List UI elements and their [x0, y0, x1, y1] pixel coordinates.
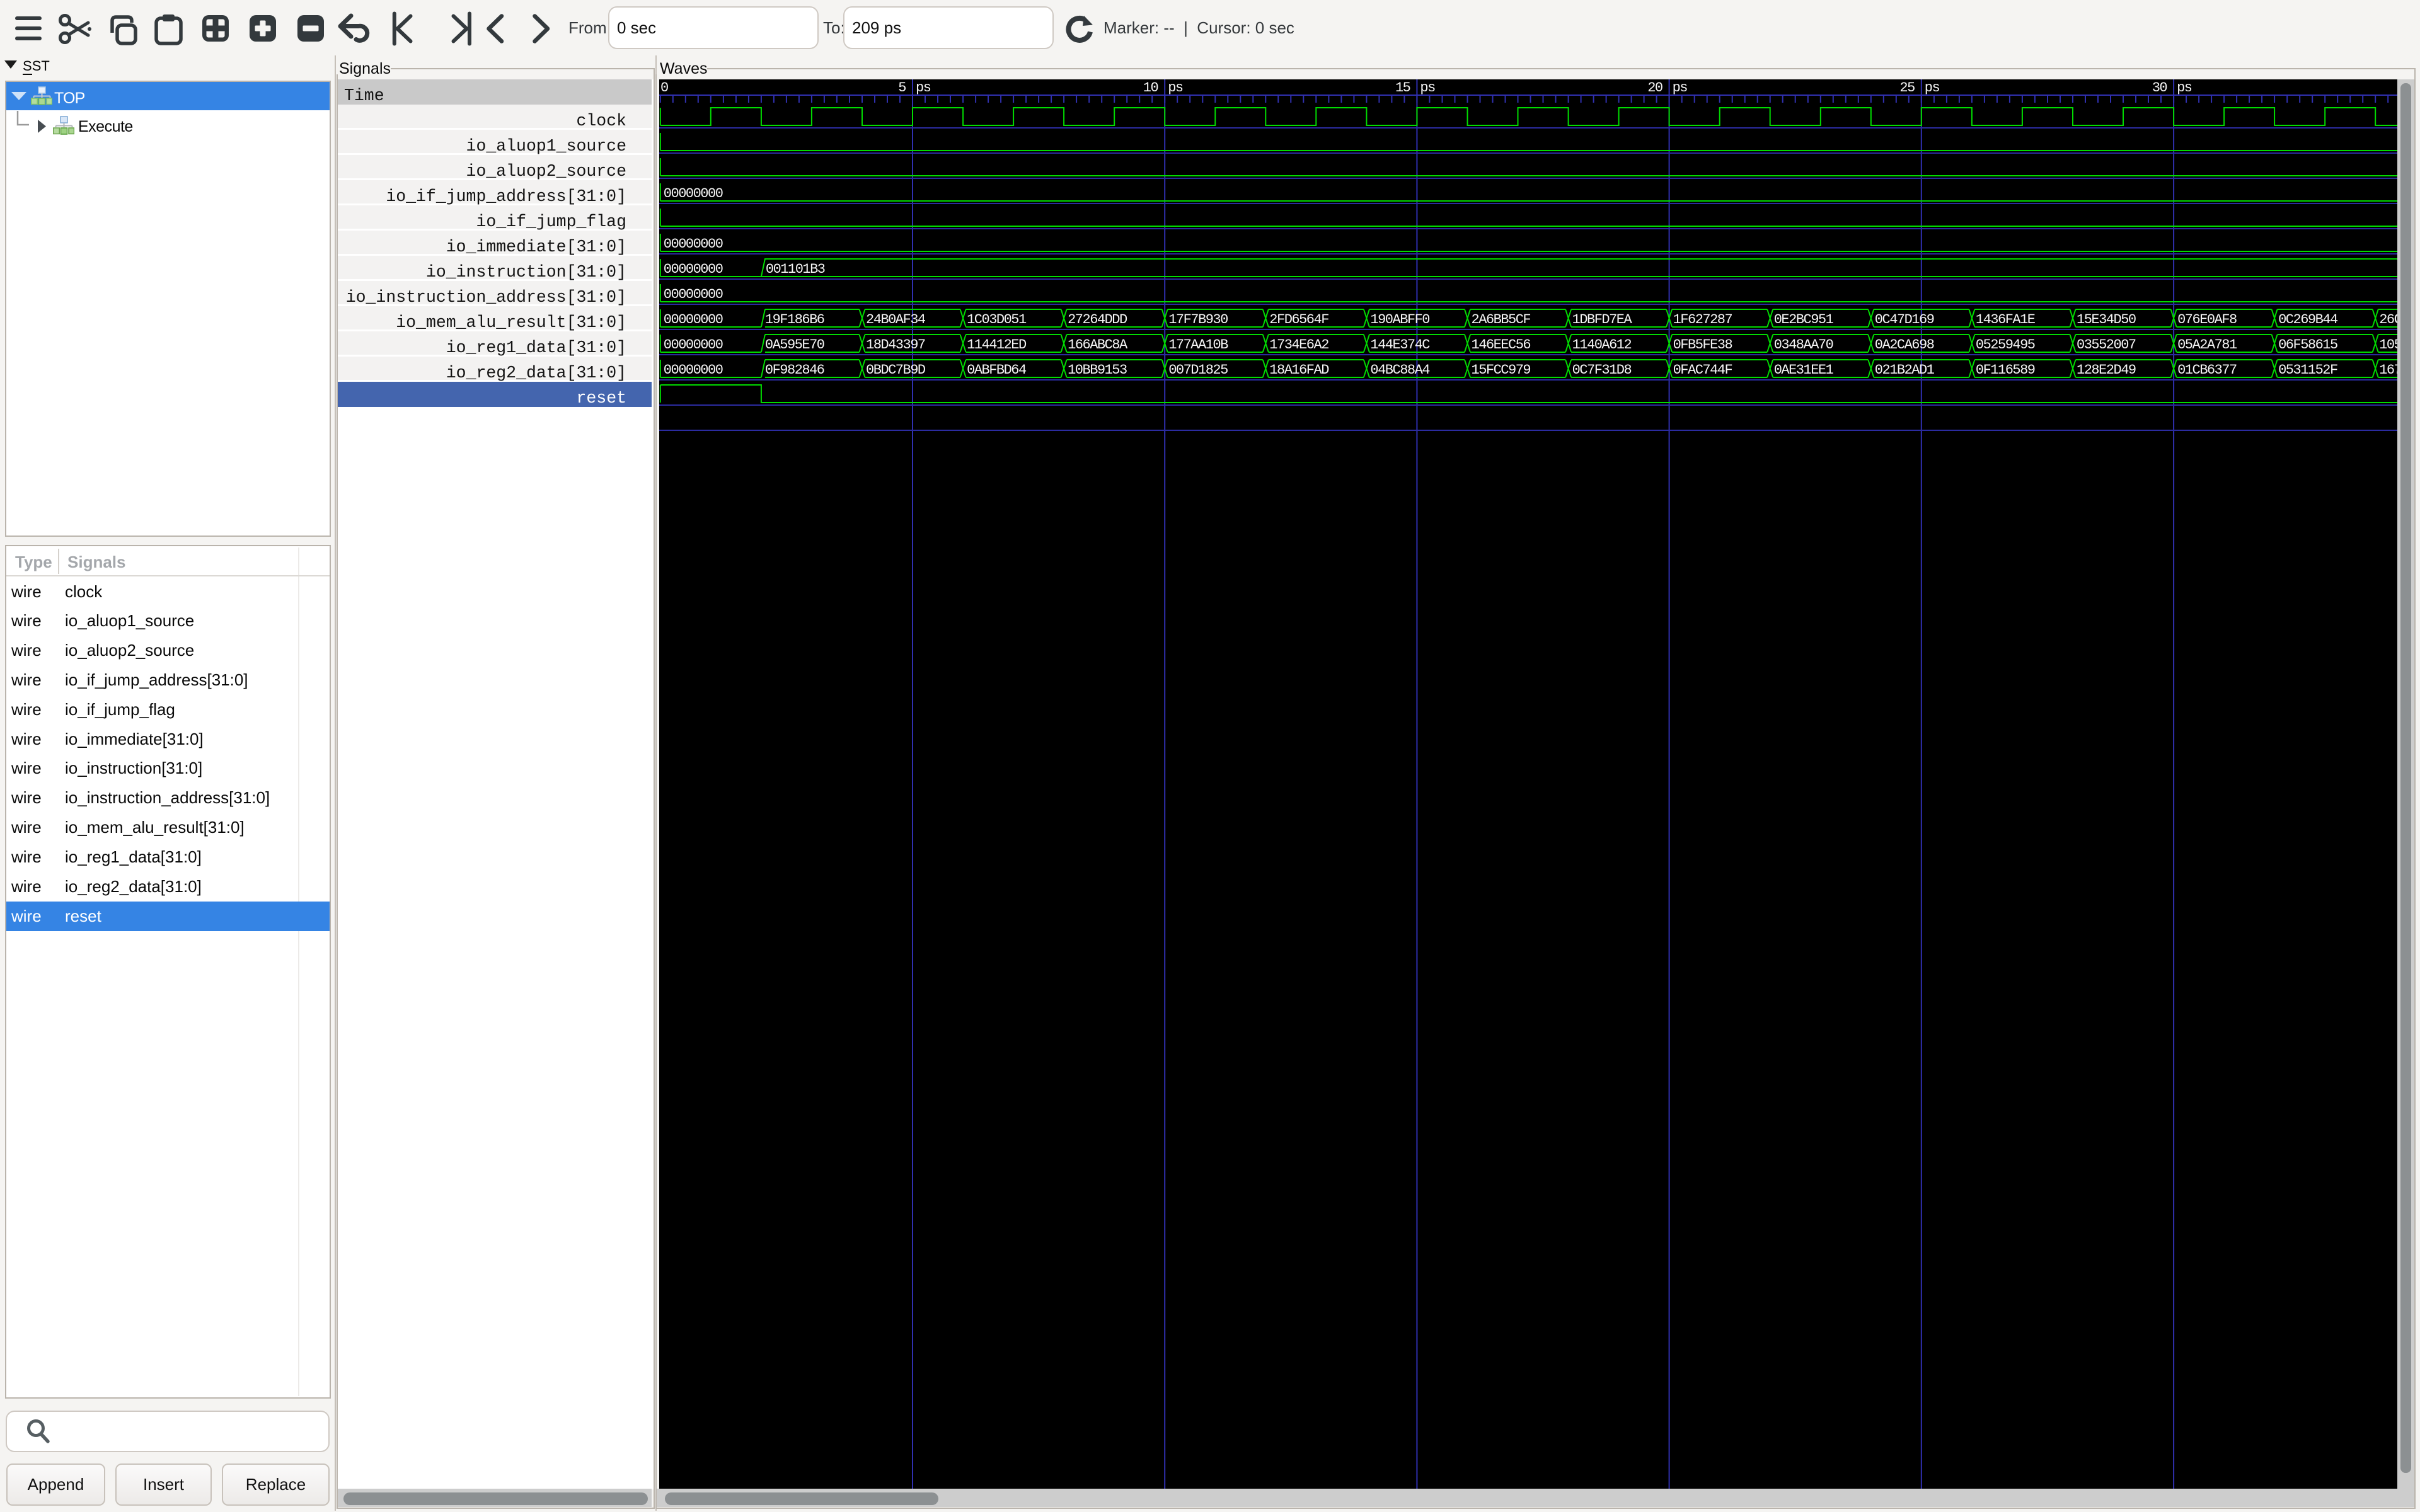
svg-text:190ABFF0: 190ABFF0: [1370, 312, 1429, 328]
svg-text:0FB5FE38: 0FB5FE38: [1673, 337, 1732, 353]
svg-text:166ABC8A: 166ABC8A: [1068, 337, 1128, 353]
svg-text:0348AA70: 0348AA70: [1774, 337, 1833, 353]
svg-text:00000000: 00000000: [664, 186, 723, 202]
svg-text:26C4F2D1: 26C4F2D1: [2379, 312, 2397, 328]
svg-text:00000000: 00000000: [664, 261, 723, 277]
svg-text:2FD6564F: 2FD6564F: [1269, 312, 1328, 328]
svg-text:17F7B930: 17F7B930: [1168, 312, 1228, 328]
svg-text:18A16FAD: 18A16FAD: [1269, 362, 1329, 378]
svg-text:27264DDD: 27264DDD: [1068, 312, 1127, 328]
svg-text:15E34D50: 15E34D50: [2077, 312, 2136, 328]
svg-text:ps: ps: [1925, 80, 1940, 96]
svg-text:ps: ps: [916, 80, 931, 96]
svg-text:ps: ps: [1420, 80, 1435, 96]
svg-text:0C47D169: 0C47D169: [1875, 312, 1934, 328]
svg-text:18D43397: 18D43397: [866, 337, 925, 353]
svg-text:0E2BC951: 0E2BC951: [1774, 312, 1834, 328]
svg-text:15FCC979: 15FCC979: [1472, 362, 1531, 378]
svg-text:00000000: 00000000: [664, 337, 723, 353]
svg-text:1734E6A2: 1734E6A2: [1269, 337, 1328, 353]
svg-text:10BB9153: 10BB9153: [1068, 362, 1127, 378]
svg-text:0ABFBD64: 0ABFBD64: [967, 362, 1027, 378]
svg-text:1C03D051: 1C03D051: [967, 312, 1027, 328]
svg-text:00000000: 00000000: [664, 236, 723, 252]
svg-text:00000000: 00000000: [664, 312, 723, 328]
svg-text:144E374C: 144E374C: [1370, 337, 1430, 353]
svg-text:2A6BB5CF: 2A6BB5CF: [1472, 312, 1531, 328]
svg-text:1140A612: 1140A612: [1572, 337, 1632, 353]
svg-text:05A2A781: 05A2A781: [2177, 337, 2237, 353]
svg-text:0FAC744F: 0FAC744F: [1673, 362, 1732, 378]
svg-text:30: 30: [2152, 80, 2167, 96]
svg-text:19F186B6: 19F186B6: [765, 312, 824, 328]
svg-text:05259495: 05259495: [1976, 337, 2035, 353]
svg-text:06F58615: 06F58615: [2278, 337, 2337, 353]
svg-text:10: 10: [1143, 80, 1158, 96]
svg-text:007D1825: 007D1825: [1168, 362, 1228, 378]
svg-text:24B0AF34: 24B0AF34: [866, 312, 926, 328]
svg-text:076E0AF8: 076E0AF8: [2177, 312, 2237, 328]
svg-text:146EEC56: 146EEC56: [1472, 337, 1531, 353]
svg-text:0BDC7B9D: 0BDC7B9D: [866, 362, 926, 378]
svg-text:0A2CA698: 0A2CA698: [1875, 337, 1934, 353]
svg-text:20: 20: [1647, 80, 1662, 96]
svg-text:021B2AD1: 021B2AD1: [1875, 362, 1935, 378]
svg-text:1F627287: 1F627287: [1673, 312, 1732, 328]
svg-text:128E2D49: 128E2D49: [2077, 362, 2136, 378]
svg-text:1050D2E4: 1050D2E4: [2379, 337, 2397, 353]
svg-text:1DBFD7EA: 1DBFD7EA: [1572, 312, 1633, 328]
svg-text:01CB6377: 01CB6377: [2177, 362, 2237, 378]
svg-text:0F982846: 0F982846: [765, 362, 824, 378]
svg-text:25: 25: [1899, 80, 1915, 96]
svg-text:1436FA1E: 1436FA1E: [1976, 312, 2036, 328]
svg-text:0C7F31D8: 0C7F31D8: [1572, 362, 1632, 378]
svg-text:0531152F: 0531152F: [2278, 362, 2337, 378]
svg-text:177AA10B: 177AA10B: [1168, 337, 1228, 353]
svg-text:15: 15: [1395, 80, 1410, 96]
svg-text:001101B3: 001101B3: [766, 261, 825, 277]
svg-text:00000000: 00000000: [664, 362, 723, 378]
svg-text:0: 0: [660, 80, 668, 96]
svg-text:114412ED: 114412ED: [967, 337, 1027, 353]
svg-text:0C269B44: 0C269B44: [2278, 312, 2338, 328]
svg-text:0A595E70: 0A595E70: [765, 337, 824, 353]
svg-text:ps: ps: [1168, 80, 1183, 96]
svg-text:5: 5: [898, 80, 906, 96]
svg-text:ps: ps: [2177, 80, 2192, 96]
svg-text:0AE31EE1: 0AE31EE1: [1774, 362, 1834, 378]
svg-text:1671A3B2: 1671A3B2: [2379, 362, 2397, 378]
svg-text:0F116589: 0F116589: [1976, 362, 2035, 378]
svg-text:03552007: 03552007: [2077, 337, 2136, 353]
svg-text:ps: ps: [1673, 80, 1688, 96]
svg-text:00000000: 00000000: [664, 287, 723, 302]
svg-text:04BC88A4: 04BC88A4: [1370, 362, 1430, 378]
